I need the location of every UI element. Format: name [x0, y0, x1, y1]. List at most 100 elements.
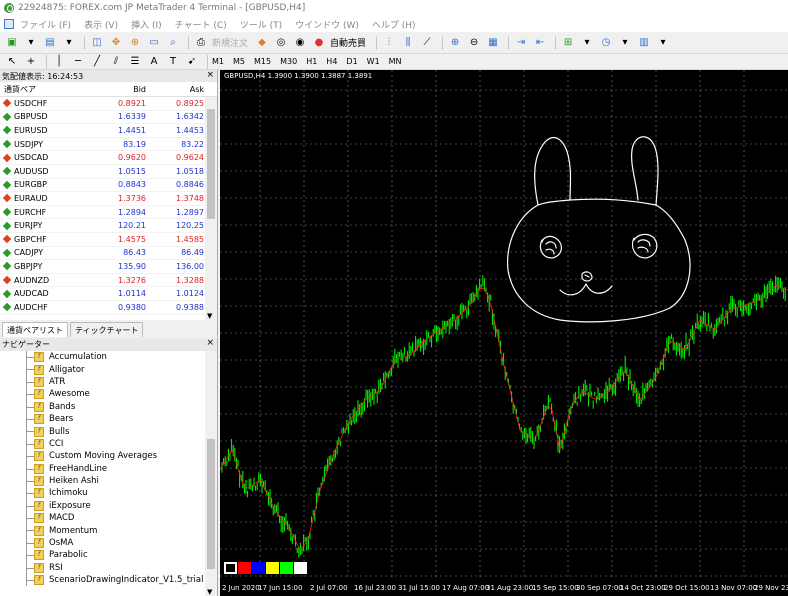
- trendline-icon[interactable]: ╱: [89, 54, 105, 70]
- timeframe-m30[interactable]: M30: [280, 57, 297, 66]
- column-ask[interactable]: Ask: [146, 85, 204, 94]
- navigator-item[interactable]: f Accumulation: [0, 351, 205, 364]
- menu-insert[interactable]: 挿入 (I): [131, 18, 162, 31]
- market-watch-row[interactable]: EURAUD 1.3736 1.3748: [0, 192, 205, 206]
- color-swatch[interactable]: [224, 562, 237, 574]
- cursor-icon[interactable]: ↖: [4, 54, 20, 70]
- text-icon[interactable]: A: [146, 54, 162, 70]
- market-watch-icon[interactable]: ◫: [89, 35, 105, 51]
- column-symbol[interactable]: 通貨ペア: [0, 84, 92, 95]
- menu-charts[interactable]: チャート (C): [175, 18, 227, 31]
- tab-symbols[interactable]: 通貨ペアリスト: [2, 322, 68, 337]
- auto-trading-icon[interactable]: ●: [311, 35, 327, 51]
- navigator-item[interactable]: f Alligator: [0, 363, 205, 376]
- color-swatch[interactable]: [266, 562, 279, 574]
- navigator-item[interactable]: f RSI: [0, 561, 205, 575]
- scrollbar-thumb[interactable]: [207, 439, 215, 569]
- navigator-item[interactable]: f Bulls: [0, 425, 205, 438]
- navigator-icon[interactable]: ✥: [108, 35, 124, 51]
- column-bid[interactable]: Bid: [92, 85, 146, 94]
- chart-shift-icon[interactable]: ⇥: [513, 35, 529, 51]
- market-watch-row[interactable]: USDCHF 0.8921 0.8925: [0, 97, 205, 111]
- menu-help[interactable]: ヘルプ (H): [372, 18, 416, 31]
- tab-tick-chart[interactable]: ティックチャート: [70, 322, 144, 337]
- navigator-scrollbar[interactable]: ▼: [205, 351, 217, 596]
- new-order-icon[interactable]: ⎙: [193, 35, 209, 51]
- document-icon[interactable]: [4, 19, 14, 29]
- navigator-item[interactable]: f Momentum: [0, 524, 205, 537]
- scroll-down-icon[interactable]: ▼: [207, 588, 212, 596]
- navigator-item[interactable]: f Bands: [0, 400, 205, 413]
- market-watch-row[interactable]: AUDCAD 1.0114 1.0124: [0, 287, 205, 301]
- color-swatch[interactable]: [280, 562, 293, 574]
- navigator-item[interactable]: f ATR: [0, 375, 205, 389]
- freehand-rabbit-drawing[interactable]: [507, 136, 691, 323]
- navigator-item[interactable]: f ScenarioDrawingIndicator_V1.5_trial: [0, 574, 205, 587]
- timeframe-w1[interactable]: W1: [367, 57, 380, 66]
- line-chart-icon[interactable]: ⟋: [419, 35, 435, 51]
- timeframe-m1[interactable]: M1: [212, 57, 224, 66]
- market-watch-row[interactable]: GBPJPY 135.90 136.00: [0, 260, 205, 274]
- market-watch-row[interactable]: EURGBP 0.8843 0.8846: [0, 179, 205, 193]
- signals-icon[interactable]: ◎: [273, 35, 289, 51]
- navigator-item[interactable]: f Custom Moving Averages: [0, 450, 205, 463]
- color-swatch[interactable]: [294, 562, 307, 574]
- market-watch-row[interactable]: AUDCHF 0.9380 0.9388: [0, 301, 205, 315]
- chart-canvas[interactable]: [220, 70, 788, 580]
- color-swatch[interactable]: [238, 562, 251, 574]
- timeframe-d1[interactable]: D1: [346, 57, 357, 66]
- timeframe-mn[interactable]: MN: [389, 57, 402, 66]
- dropdown-arrow-icon[interactable]: ▾: [23, 35, 39, 51]
- fibonacci-icon[interactable]: ☰: [127, 54, 143, 70]
- timeframe-m15[interactable]: M15: [254, 57, 271, 66]
- crosshair-icon[interactable]: +: [23, 54, 39, 70]
- dropdown-arrow-icon[interactable]: ▾: [61, 35, 77, 51]
- close-icon[interactable]: ×: [206, 70, 214, 80]
- timeframe-h1[interactable]: H1: [306, 57, 317, 66]
- text-label-icon[interactable]: T: [165, 54, 181, 70]
- scroll-down-icon[interactable]: ▼: [207, 312, 212, 320]
- navigator-item[interactable]: f Parabolic: [0, 549, 205, 562]
- timeframe-h4[interactable]: H4: [326, 57, 337, 66]
- terminal-icon[interactable]: ▭: [146, 35, 162, 51]
- menu-file[interactable]: ファイル (F): [20, 18, 71, 31]
- dropdown-arrow-icon[interactable]: ▾: [617, 35, 633, 51]
- market-icon[interactable]: ◉: [292, 35, 308, 51]
- periods-icon[interactable]: ◷: [598, 35, 614, 51]
- timeframe-m5[interactable]: M5: [233, 57, 245, 66]
- horizontal-line-icon[interactable]: ─: [70, 54, 86, 70]
- dropdown-arrow-icon[interactable]: ▾: [655, 35, 671, 51]
- vertical-line-icon[interactable]: │: [51, 54, 67, 70]
- market-watch-row[interactable]: USDJPY 83.19 83.22: [0, 138, 205, 152]
- bar-chart-icon[interactable]: ⫶: [381, 35, 397, 51]
- new-order-button[interactable]: 新規注文: [212, 36, 248, 49]
- zoom-in-icon[interactable]: ⊕: [447, 35, 463, 51]
- menu-view[interactable]: 表示 (V): [84, 18, 118, 31]
- close-icon[interactable]: ×: [206, 338, 214, 348]
- market-watch-row[interactable]: EURUSD 1.4451 1.4453: [0, 124, 205, 138]
- navigator-item[interactable]: f CCI: [0, 437, 205, 451]
- price-chart[interactable]: GBPUSD,H4 1.3900 1.3900 1.3887 1.3891 2 …: [220, 70, 788, 596]
- profiles-icon[interactable]: ▤: [42, 35, 58, 51]
- navigator-item[interactable]: f Awesome: [0, 388, 205, 401]
- dropdown-arrow-icon[interactable]: ▾: [579, 35, 595, 51]
- templates-icon[interactable]: ▥: [636, 35, 652, 51]
- market-watch-row[interactable]: CADJPY 86.43 86.49: [0, 247, 205, 261]
- market-watch-row[interactable]: GBPUSD 1.6339 1.6342: [0, 111, 205, 125]
- tile-windows-icon[interactable]: ▦: [485, 35, 501, 51]
- tester-icon[interactable]: ⌕: [165, 35, 181, 51]
- market-watch-row[interactable]: EURCHF 1.2894 1.2897: [0, 206, 205, 220]
- menu-window[interactable]: ウインドウ (W): [295, 18, 359, 31]
- color-swatch[interactable]: [252, 562, 265, 574]
- channel-icon[interactable]: ⫽: [108, 54, 124, 70]
- autoscroll-icon[interactable]: ⇤: [532, 35, 548, 51]
- zoom-out-icon[interactable]: ⊖: [466, 35, 482, 51]
- navigator-item[interactable]: f Bears: [0, 412, 205, 426]
- menu-tools[interactable]: ツール (T): [240, 18, 282, 31]
- scrollbar-thumb[interactable]: [207, 109, 215, 219]
- candlestick-icon[interactable]: ⫼: [400, 35, 416, 51]
- navigator-item[interactable]: f FreeHandLine: [0, 462, 205, 475]
- indicators-icon[interactable]: ⊞: [560, 35, 576, 51]
- market-watch-row[interactable]: USDCAD 0.9620 0.9624: [0, 151, 205, 165]
- market-watch-scrollbar[interactable]: ▼: [205, 97, 217, 320]
